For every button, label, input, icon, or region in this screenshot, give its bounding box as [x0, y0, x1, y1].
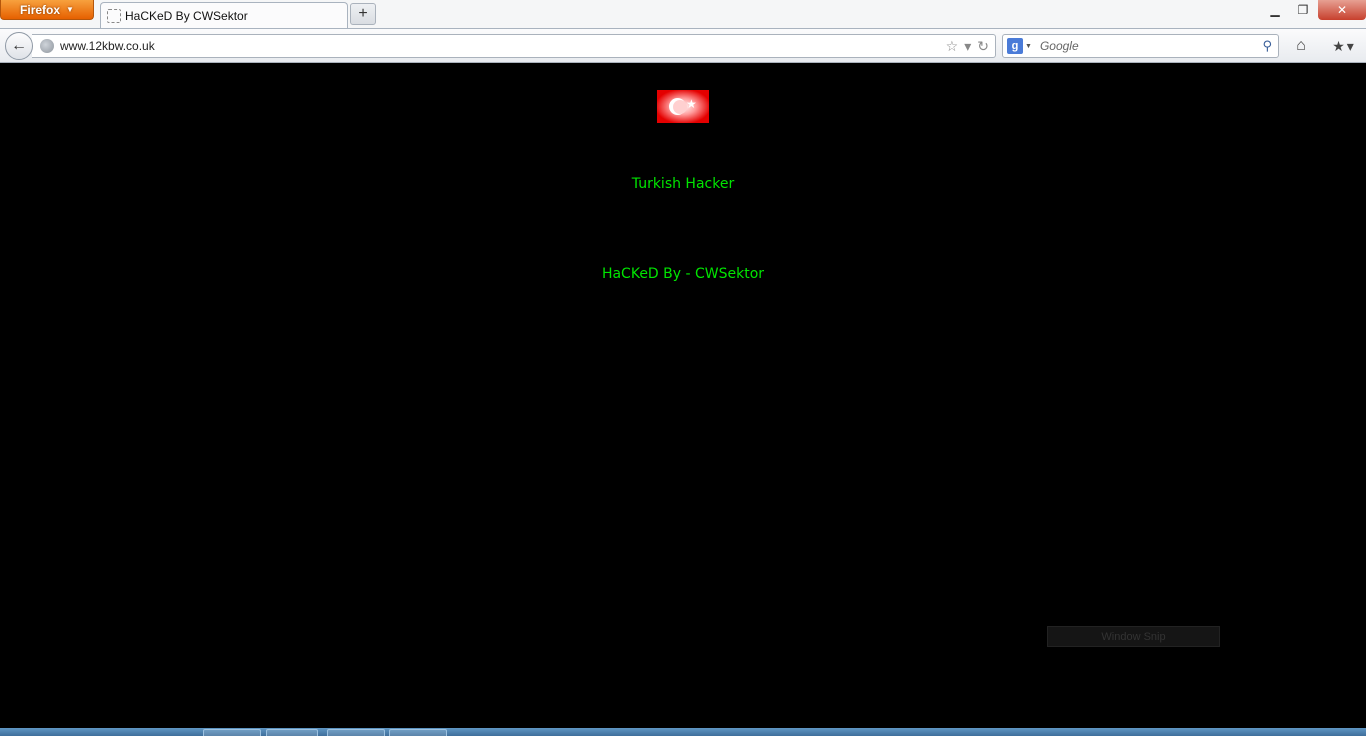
headline-turkish-hacker: Turkish Hacker: [631, 176, 735, 192]
title-bar: Firefox ▼ HaCKeD By CWSektor + ▁ ❐ ✕: [0, 0, 1366, 29]
back-arrow-icon: ←: [11, 37, 27, 54]
engine-dropdown-icon[interactable]: ▼: [1025, 43, 1032, 50]
star-icon: ★: [686, 97, 697, 111]
address-bar-icons: ☆ ▾ ↻: [946, 38, 989, 55]
back-button[interactable]: ←: [5, 32, 33, 60]
navigation-toolbar: www.12kbw.co.uk ☆ ▾ ↻ ← g ▼ Google ⚲ ⌂ ★…: [0, 28, 1366, 63]
browser-tab[interactable]: HaCKeD By CWSektor: [100, 2, 348, 29]
bookmark-star-icon[interactable]: ☆: [946, 38, 959, 55]
taskbar-app-button[interactable]: [203, 729, 261, 736]
bookmarks-star-icon: ★: [1332, 37, 1345, 54]
history-dropdown-icon[interactable]: ▾: [964, 38, 971, 55]
chevron-down-icon: ▼: [66, 5, 74, 14]
page-favicon-icon: [107, 9, 121, 23]
close-button[interactable]: ✕: [1318, 0, 1366, 20]
address-bar[interactable]: www.12kbw.co.uk ☆ ▾ ↻: [32, 34, 996, 58]
url-text[interactable]: www.12kbw.co.uk: [60, 39, 155, 53]
page-content: ★ Turkish Hacker HaCKeD By - CWSektor Wi…: [0, 64, 1366, 728]
taskbar-app-button[interactable]: [266, 729, 318, 736]
google-engine-icon[interactable]: g: [1007, 38, 1023, 54]
search-bar[interactable]: g ▼ Google ⚲: [1002, 34, 1279, 58]
reload-icon[interactable]: ↻: [977, 38, 989, 55]
firefox-menu-label: Firefox: [20, 2, 61, 17]
taskbar: [0, 728, 1366, 736]
window-snip-overlay: Window Snip: [1047, 626, 1220, 647]
search-icon[interactable]: ⚲: [1262, 38, 1272, 54]
globe-icon: [40, 39, 54, 53]
headline-hacked-by: HaCKeD By - CWSektor: [601, 266, 765, 282]
chevron-down-icon: ▾: [1346, 37, 1354, 54]
minimize-button[interactable]: ▁: [1262, 0, 1288, 20]
tab-title: HaCKeD By CWSektor: [125, 9, 248, 23]
new-tab-button[interactable]: +: [350, 3, 376, 25]
bookmarks-menu-button[interactable]: ★ ▾: [1326, 36, 1360, 56]
restore-button[interactable]: ❐: [1290, 0, 1316, 20]
home-icon[interactable]: ⌂: [1290, 36, 1312, 56]
crescent-cutout: [673, 100, 687, 114]
firefox-menu-button[interactable]: Firefox ▼: [0, 0, 94, 20]
taskbar-app-button[interactable]: [327, 729, 385, 736]
turkish-flag-image: ★: [657, 90, 709, 123]
search-placeholder[interactable]: Google: [1040, 39, 1079, 53]
taskbar-app-button[interactable]: [389, 729, 447, 736]
